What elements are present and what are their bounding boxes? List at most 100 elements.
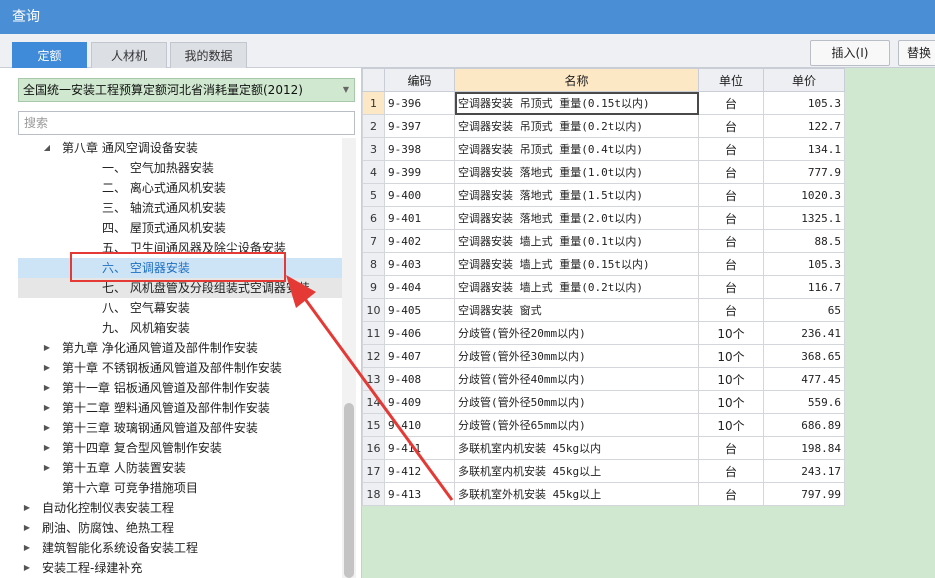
- row-number[interactable]: 10: [362, 298, 385, 322]
- table-row[interactable]: 1 9-396 空调器安装 吊顶式 重量(0.15t以内) 台 105.3: [362, 91, 845, 115]
- row-number[interactable]: 6: [362, 206, 385, 230]
- name-cell[interactable]: 空调器安装 窗式: [454, 298, 699, 322]
- row-number[interactable]: 1: [362, 91, 385, 115]
- table-row[interactable]: 17 9-412 多联机室内机安装 45kg以上台 243.17: [362, 459, 845, 483]
- row-number[interactable]: 18: [362, 482, 385, 506]
- column-header-unit[interactable]: 单位: [698, 68, 764, 92]
- name-cell[interactable]: 空调器安装 吊顶式 重量(0.15t以内): [454, 91, 699, 115]
- price-cell[interactable]: 1020.3: [763, 183, 845, 207]
- code-cell[interactable]: 9-404: [384, 275, 455, 299]
- tree-item[interactable]: ▶ 安装工程-绿建补充: [18, 558, 342, 578]
- name-cell[interactable]: 空调器安装 墙上式 重量(0.2t以内): [454, 275, 699, 299]
- tree-item[interactable]: ▶ 第十二章 塑料通风管道及部件制作安装: [18, 398, 342, 418]
- table-row[interactable]: 4 9-399 空调器安装 落地式 重量(1.0t以内) 台 777.9: [362, 160, 845, 184]
- code-cell[interactable]: 9-410: [384, 413, 455, 437]
- code-cell[interactable]: 9-407: [384, 344, 455, 368]
- table-row[interactable]: 11 9-406 分歧管(管外径20mm以内) 10个 236.41: [362, 321, 845, 345]
- code-cell[interactable]: 9-398: [384, 137, 455, 161]
- price-cell[interactable]: 559.6: [763, 390, 845, 414]
- unit-cell[interactable]: 台: [698, 436, 764, 460]
- tree-item[interactable]: 四、 屋顶式通风机安装: [18, 218, 342, 238]
- caret-right-icon[interactable]: ▶: [42, 358, 52, 378]
- row-number[interactable]: 5: [362, 183, 385, 207]
- price-cell[interactable]: 122.7: [763, 114, 845, 138]
- code-cell[interactable]: 9-412: [384, 459, 455, 483]
- search-input[interactable]: 搜索: [18, 111, 355, 135]
- unit-cell[interactable]: 台: [698, 91, 764, 115]
- table-row[interactable]: 10 9-405 空调器安装 窗式台 65: [362, 298, 845, 322]
- row-number[interactable]: 4: [362, 160, 385, 184]
- tree-item[interactable]: ▶ 刷油、防腐蚀、绝热工程: [18, 518, 342, 538]
- tree-item[interactable]: ▶ 自动化控制仪表安装工程: [18, 498, 342, 518]
- tree-item[interactable]: ▶ 第十一章 铝板通风管道及部件制作安装: [18, 378, 342, 398]
- code-cell[interactable]: 9-411: [384, 436, 455, 460]
- price-cell[interactable]: 686.89: [763, 413, 845, 437]
- row-number[interactable]: 13: [362, 367, 385, 391]
- unit-cell[interactable]: 台: [698, 252, 764, 276]
- table-row[interactable]: 6 9-401 空调器安装 落地式 重量(2.0t以内) 台 1325.1: [362, 206, 845, 230]
- tree-item[interactable]: ▶ 第十五章 人防装置安装: [18, 458, 342, 478]
- name-cell[interactable]: 分歧管(管外径50mm以内): [454, 390, 699, 414]
- code-cell[interactable]: 9-401: [384, 206, 455, 230]
- unit-cell[interactable]: 10个: [698, 413, 764, 437]
- row-number[interactable]: 17: [362, 459, 385, 483]
- caret-right-icon[interactable]: ▶: [42, 438, 52, 458]
- tree-item[interactable]: 八、 空气幕安装: [18, 298, 342, 318]
- tree-item[interactable]: ▶ 第十三章 玻璃钢通风管道及部件安装: [18, 418, 342, 438]
- price-cell[interactable]: 243.17: [763, 459, 845, 483]
- row-number[interactable]: 9: [362, 275, 385, 299]
- unit-cell[interactable]: 10个: [698, 321, 764, 345]
- table-row[interactable]: 15 9-410 分歧管(管外径65mm以内) 10个 686.89: [362, 413, 845, 437]
- tab-quota[interactable]: 定额: [12, 42, 87, 68]
- name-cell[interactable]: 分歧管(管外径30mm以内): [454, 344, 699, 368]
- price-cell[interactable]: 105.3: [763, 91, 845, 115]
- price-cell[interactable]: 368.65: [763, 344, 845, 368]
- price-cell[interactable]: 777.9: [763, 160, 845, 184]
- name-cell[interactable]: 空调器安装 吊顶式 重量(0.4t以内): [454, 137, 699, 161]
- code-cell[interactable]: 9-409: [384, 390, 455, 414]
- name-cell[interactable]: 空调器安装 落地式 重量(1.5t以内): [454, 183, 699, 207]
- unit-cell[interactable]: 台: [698, 206, 764, 230]
- row-number[interactable]: 14: [362, 390, 385, 414]
- tree-item[interactable]: 一、 空气加热器安装: [18, 158, 342, 178]
- code-cell[interactable]: 9-400: [384, 183, 455, 207]
- code-cell[interactable]: 9-406: [384, 321, 455, 345]
- tree-item[interactable]: 三、 轴流式通风机安装: [18, 198, 342, 218]
- unit-cell[interactable]: 10个: [698, 390, 764, 414]
- table-row[interactable]: 9 9-404 空调器安装 墙上式 重量(0.2t以内) 台 116.7: [362, 275, 845, 299]
- price-cell[interactable]: 116.7: [763, 275, 845, 299]
- price-cell[interactable]: 477.45: [763, 367, 845, 391]
- row-number[interactable]: 15: [362, 413, 385, 437]
- caret-right-icon[interactable]: ▶: [22, 558, 32, 578]
- code-cell[interactable]: 9-403: [384, 252, 455, 276]
- unit-cell[interactable]: 台: [698, 183, 764, 207]
- price-cell[interactable]: 198.84: [763, 436, 845, 460]
- price-cell[interactable]: 236.41: [763, 321, 845, 345]
- caret-right-icon[interactable]: ▶: [42, 378, 52, 398]
- tree-item[interactable]: ▶ 第十章 不锈钢板通风管道及部件制作安装: [18, 358, 342, 378]
- caret-right-icon[interactable]: ▶: [42, 458, 52, 478]
- name-cell[interactable]: 空调器安装 墙上式 重量(0.1t以内): [454, 229, 699, 253]
- code-cell[interactable]: 9-399: [384, 160, 455, 184]
- name-cell[interactable]: 多联机室内机安装 45kg以上: [454, 459, 699, 483]
- unit-cell[interactable]: 台: [698, 137, 764, 161]
- caret-right-icon[interactable]: ▶: [22, 538, 32, 558]
- unit-cell[interactable]: 台: [698, 229, 764, 253]
- table-row[interactable]: 8 9-403 空调器安装 墙上式 重量(0.15t以内) 台 105.3: [362, 252, 845, 276]
- unit-cell[interactable]: 台: [698, 298, 764, 322]
- price-cell[interactable]: 1325.1: [763, 206, 845, 230]
- code-cell[interactable]: 9-402: [384, 229, 455, 253]
- unit-cell[interactable]: 台: [698, 114, 764, 138]
- table-row[interactable]: 18 9-413 多联机室外机安装 45kg以上台 797.99: [362, 482, 845, 506]
- price-cell[interactable]: 88.5: [763, 229, 845, 253]
- code-cell[interactable]: 9-413: [384, 482, 455, 506]
- tab-my-data[interactable]: 我的数据: [170, 42, 247, 68]
- price-cell[interactable]: 797.99: [763, 482, 845, 506]
- caret-right-icon[interactable]: ▶: [42, 398, 52, 418]
- unit-cell[interactable]: 台: [698, 160, 764, 184]
- tree-item[interactable]: ◢ 第八章 通风空调设备安装: [18, 138, 342, 158]
- code-cell[interactable]: 9-405: [384, 298, 455, 322]
- name-cell[interactable]: 空调器安装 墙上式 重量(0.15t以内): [454, 252, 699, 276]
- column-header-name[interactable]: 名称: [454, 68, 699, 92]
- tree-item[interactable]: ▶ 第十四章 复合型风管制作安装: [18, 438, 342, 458]
